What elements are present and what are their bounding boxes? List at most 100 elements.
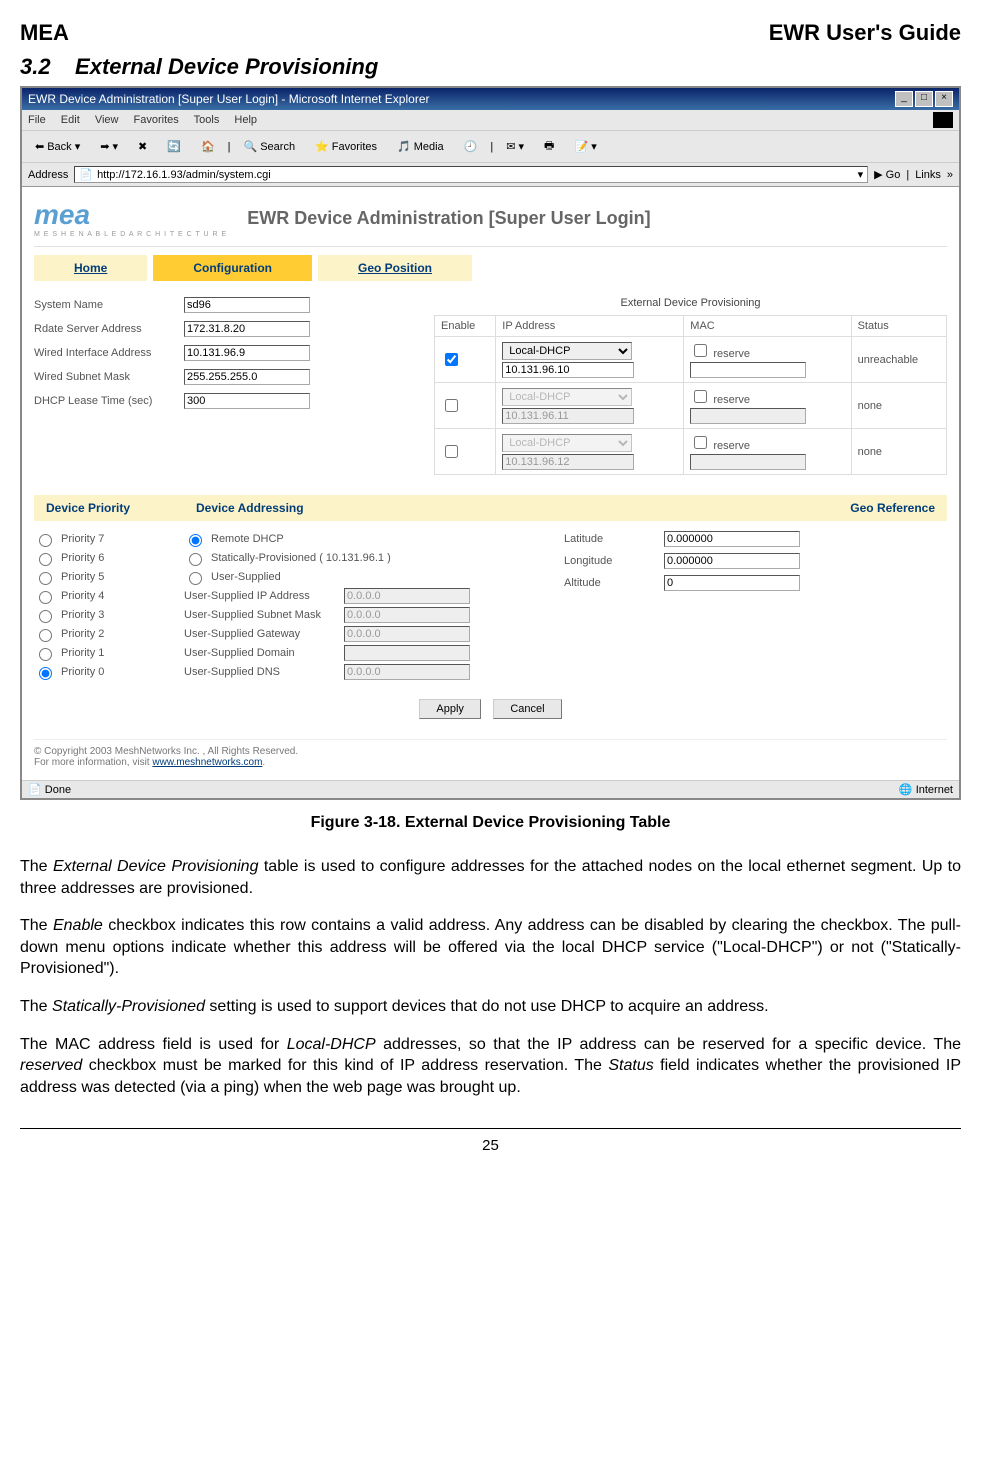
- doc-header-left: MEA: [20, 20, 69, 46]
- remote-dhcp-radio[interactable]: [189, 534, 202, 547]
- search-button[interactable]: 🔍Search: [237, 137, 303, 156]
- ip-input-2[interactable]: [502, 408, 634, 424]
- cancel-button[interactable]: Cancel: [493, 699, 561, 719]
- static-prov-radio[interactable]: [189, 553, 202, 566]
- us-dns-label: User-Supplied DNS: [184, 666, 344, 678]
- menu-help[interactable]: Help: [234, 114, 257, 126]
- favorites-button[interactable]: ⭐Favorites: [308, 137, 384, 156]
- enable-checkbox-3[interactable]: [445, 445, 458, 458]
- print-button[interactable]: 🖶: [537, 134, 561, 159]
- minimize-button[interactable]: _: [895, 91, 913, 107]
- enable-checkbox-2[interactable]: [445, 399, 458, 412]
- enable-checkbox-1[interactable]: [445, 353, 458, 366]
- priority-3-radio[interactable]: [39, 610, 52, 623]
- toolbar: ⬅ Back ▾ ➡ ▾ ✖ 🔄 🏠 | 🔍Search ⭐Favorites …: [22, 131, 959, 163]
- maximize-button[interactable]: □: [915, 91, 933, 107]
- status-zone-text: Internet: [916, 784, 953, 796]
- address-label: Address: [28, 169, 68, 181]
- links-button[interactable]: Links: [915, 169, 941, 181]
- wired-mask-input[interactable]: [184, 369, 310, 385]
- ip-input-1[interactable]: [502, 362, 634, 378]
- media-button[interactable]: 🎵Media: [390, 137, 451, 156]
- reserve-checkbox-2[interactable]: [694, 390, 707, 403]
- mac-input-2[interactable]: [690, 408, 806, 424]
- nav-configuration[interactable]: Configuration: [153, 255, 318, 281]
- nav-geo-position[interactable]: Geo Position: [318, 255, 478, 281]
- nav-home[interactable]: Home: [34, 255, 153, 281]
- longitude-input[interactable]: [664, 553, 800, 569]
- window-title: EWR Device Administration [Super User Lo…: [28, 92, 429, 106]
- priority-0-radio[interactable]: [39, 667, 52, 680]
- edit-button[interactable]: 📝 ▾: [567, 137, 603, 156]
- us-domain-input[interactable]: [344, 645, 470, 661]
- address-input[interactable]: 📄 http://172.16.1.93/admin/system.cgi ▾: [74, 166, 868, 183]
- reserve-checkbox-3[interactable]: [694, 436, 707, 449]
- menu-file[interactable]: File: [28, 114, 46, 126]
- home-button[interactable]: 🏠: [194, 137, 222, 156]
- priority-7-radio[interactable]: [39, 534, 52, 547]
- status-done-text: Done: [45, 784, 71, 796]
- priority-1-radio[interactable]: [39, 648, 52, 661]
- section-title: External Device Provisioning: [75, 54, 378, 79]
- system-name-label: System Name: [34, 299, 184, 311]
- ip-type-select-3[interactable]: Local-DHCP: [502, 434, 632, 452]
- dhcp-lease-input[interactable]: [184, 393, 310, 409]
- longitude-label: Longitude: [564, 555, 664, 567]
- go-button[interactable]: ▶ Go: [874, 168, 900, 181]
- history-button[interactable]: 🕘: [457, 137, 485, 156]
- paragraph-1: The External Device Provisioning table i…: [20, 856, 961, 899]
- priority-6-radio[interactable]: [39, 553, 52, 566]
- menu-bar: File Edit View Favorites Tools Help: [22, 110, 959, 131]
- refresh-button[interactable]: 🔄: [160, 137, 188, 156]
- col-ip: IP Address: [496, 316, 684, 337]
- mac-input-1[interactable]: [690, 362, 806, 378]
- priority-2-radio[interactable]: [39, 629, 52, 642]
- ip-type-select-2[interactable]: Local-DHCP: [502, 388, 632, 406]
- altitude-label: Altitude: [564, 577, 664, 589]
- us-mask-label: User-Supplied Subnet Mask: [184, 609, 344, 621]
- ie-logo-icon: [933, 112, 953, 128]
- table-row: Local-DHCP reserve none: [435, 383, 947, 429]
- apply-button[interactable]: Apply: [419, 699, 481, 719]
- col-enable: Enable: [435, 316, 496, 337]
- menu-view[interactable]: View: [95, 114, 119, 126]
- us-ip-label: User-Supplied IP Address: [184, 590, 344, 602]
- page-status-icon: 📄: [28, 784, 42, 796]
- mac-input-3[interactable]: [690, 454, 806, 470]
- latitude-label: Latitude: [564, 533, 664, 545]
- us-gw-label: User-Supplied Gateway: [184, 628, 344, 640]
- system-name-input[interactable]: [184, 297, 310, 313]
- stop-button[interactable]: ✖: [131, 137, 154, 156]
- user-supplied-radio[interactable]: [189, 572, 202, 585]
- dhcp-lease-label: DHCP Lease Time (sec): [34, 395, 184, 407]
- close-button[interactable]: ×: [935, 91, 953, 107]
- us-ip-input[interactable]: [344, 588, 470, 604]
- back-button[interactable]: ⬅ Back ▾: [28, 137, 87, 156]
- paragraph-4: The MAC address field is used for Local-…: [20, 1034, 961, 1099]
- latitude-input[interactable]: [664, 531, 800, 547]
- status-3: none: [851, 429, 946, 475]
- us-dns-input[interactable]: [344, 664, 470, 680]
- us-mask-input[interactable]: [344, 607, 470, 623]
- mail-button[interactable]: ✉ ▾: [499, 137, 531, 156]
- wired-interface-input[interactable]: [184, 345, 310, 361]
- menu-tools[interactable]: Tools: [194, 114, 220, 126]
- links-chevron-icon[interactable]: »: [947, 169, 953, 181]
- ip-input-3[interactable]: [502, 454, 634, 470]
- browser-window: EWR Device Administration [Super User Lo…: [20, 86, 961, 800]
- us-gw-input[interactable]: [344, 626, 470, 642]
- col-status: Status: [851, 316, 946, 337]
- ip-type-select-1[interactable]: Local-DHCP: [502, 342, 632, 360]
- doc-header-right: EWR User's Guide: [769, 20, 961, 46]
- footer-link[interactable]: www.meshnetworks.com: [152, 757, 262, 768]
- menu-edit[interactable]: Edit: [61, 114, 80, 126]
- forward-button[interactable]: ➡ ▾: [93, 137, 125, 156]
- priority-5-radio[interactable]: [39, 572, 52, 585]
- menu-favorites[interactable]: Favorites: [134, 114, 179, 126]
- mea-logo: mea: [34, 199, 227, 231]
- altitude-input[interactable]: [664, 575, 800, 591]
- reserve-checkbox-1[interactable]: [694, 344, 707, 357]
- status-1: unreachable: [851, 337, 946, 383]
- priority-4-radio[interactable]: [39, 591, 52, 604]
- rdate-input[interactable]: [184, 321, 310, 337]
